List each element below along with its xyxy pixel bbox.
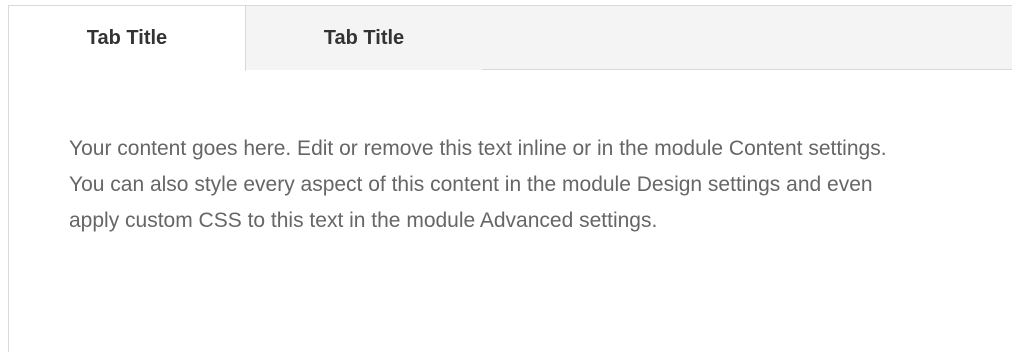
tab-panel: Your content goes here. Edit or remove t… — [9, 70, 1012, 353]
tab-2[interactable]: Tab Title — [246, 6, 482, 70]
tab-1[interactable]: Tab Title — [9, 6, 246, 71]
tab-bar: Tab Title Tab Title — [9, 6, 1012, 71]
panel-text: Your content goes here. Edit or remove t… — [69, 137, 887, 232]
tabs-module: Tab Title Tab Title Your content goes he… — [8, 5, 1012, 352]
